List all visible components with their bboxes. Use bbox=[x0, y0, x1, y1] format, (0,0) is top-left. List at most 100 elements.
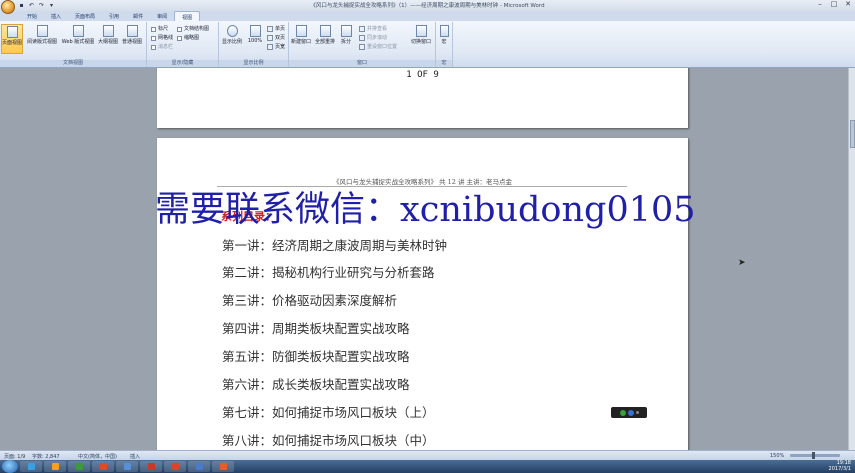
tab-view[interactable]: 视图 bbox=[174, 11, 201, 21]
sync-scroll-button[interactable]: 同步滚动 bbox=[359, 34, 387, 42]
switch-windows-button[interactable]: 切换窗口 bbox=[408, 24, 434, 54]
split-button[interactable]: 拆分 bbox=[338, 24, 354, 54]
outline-icon bbox=[102, 25, 114, 37]
title-bar: ▪ ↶ ↷ ▾ 《风口与龙头捕捉实战全攻略系列》（1）——经济周期之康波周期与美… bbox=[0, 0, 855, 14]
print-layout-icon bbox=[6, 26, 18, 38]
group-show-hide: 标尺 网格线 消息栏 文档结构图 缩略图 显示/隐藏 bbox=[147, 22, 219, 67]
taskbar-app[interactable] bbox=[140, 461, 162, 472]
office-button[interactable] bbox=[1, 0, 15, 14]
taskbar-app[interactable] bbox=[116, 461, 138, 472]
message-bar-checkbox[interactable]: 消息栏 bbox=[151, 43, 173, 51]
group-window: 新建窗口 全部重排 拆分 并排查看 同步滚动 重设窗口位置 切换窗口 窗口 bbox=[289, 22, 436, 67]
zoom-slider[interactable] bbox=[790, 454, 840, 457]
zoom-100-icon bbox=[249, 25, 261, 37]
checkbox-icon bbox=[177, 26, 182, 32]
side-by-side-label: 并排查看 bbox=[367, 26, 388, 32]
status-insert-mode[interactable]: 插入 bbox=[130, 453, 140, 460]
taskbar-app[interactable] bbox=[164, 461, 186, 472]
zoom-100-button[interactable]: 100% bbox=[244, 24, 266, 54]
lecture-item: 第三讲：价格驱动因素深度解析 bbox=[222, 293, 398, 308]
app-icon bbox=[75, 463, 83, 470]
gridlines-checkbox[interactable]: 网格线 bbox=[151, 34, 173, 42]
status-words[interactable]: 字数: 2,847 bbox=[32, 453, 60, 460]
taskbar-app[interactable] bbox=[92, 461, 114, 472]
vertical-scrollbar[interactable] bbox=[848, 68, 855, 450]
close-button[interactable]: ✕ bbox=[843, 0, 853, 9]
window-controls: – □ ✕ bbox=[815, 0, 853, 9]
ruler-checkbox[interactable]: 标尺 bbox=[151, 25, 168, 33]
status-zoom-level[interactable]: 150% bbox=[770, 453, 784, 459]
ime-toolbar[interactable] bbox=[611, 407, 647, 418]
ime-menu-icon[interactable] bbox=[635, 411, 639, 414]
document-map-label: 文档结构图 bbox=[184, 26, 210, 32]
print-layout-button[interactable]: 页面视图 bbox=[1, 24, 23, 54]
app-icon bbox=[99, 463, 107, 470]
watermark-overlay: 需要联系微信：xcnibudong0105 bbox=[155, 190, 696, 230]
status-page[interactable]: 页面: 1/9 bbox=[4, 453, 25, 460]
tab-mailings[interactable]: 邮件 bbox=[126, 11, 150, 21]
taskbar: 19:18 2017/3/1 bbox=[0, 460, 855, 473]
group-label-show-hide: 显示/隐藏 bbox=[147, 60, 218, 67]
status-language[interactable]: 中文(简体，中国) bbox=[78, 453, 117, 460]
arrange-all-button[interactable]: 全部重排 bbox=[314, 24, 336, 54]
lecture-item: 第七讲：如何捕捉市场风口板块（上） bbox=[222, 405, 435, 420]
status-bar: 页面: 1/9 字数: 2,847 中文(简体，中国) 插入 150% bbox=[0, 450, 855, 460]
thumbnails-checkbox[interactable]: 缩略图 bbox=[177, 34, 199, 42]
outline-view-button[interactable]: 大纲视图 bbox=[97, 24, 119, 54]
page-width-button[interactable]: 页宽 bbox=[267, 43, 285, 51]
window-title: 《风口与龙头捕捉实战全攻略系列》（1）——经济周期之康波周期与美林时钟 - Mi… bbox=[310, 3, 545, 9]
app-icon bbox=[147, 463, 155, 470]
gridlines-label: 网格线 bbox=[158, 35, 174, 41]
taskbar-app[interactable] bbox=[68, 461, 90, 472]
group-label-macros: 宏 bbox=[436, 60, 452, 67]
system-tray-clock[interactable]: 19:18 2017/3/1 bbox=[828, 460, 851, 472]
one-page-label: 单页 bbox=[275, 26, 286, 32]
two-pages-label: 双页 bbox=[275, 35, 286, 41]
app-icon bbox=[27, 463, 35, 470]
maximize-button[interactable]: □ bbox=[829, 0, 839, 9]
ime-help-icon[interactable] bbox=[627, 409, 634, 416]
one-page-icon bbox=[267, 26, 273, 32]
two-pages-button[interactable]: 双页 bbox=[267, 34, 285, 42]
new-window-button[interactable]: 新建窗口 bbox=[290, 24, 312, 54]
reading-layout-button[interactable]: 阅读版式视图 bbox=[25, 24, 59, 54]
switch-windows-icon bbox=[415, 25, 427, 37]
print-layout-label: 页面视图 bbox=[2, 40, 23, 46]
magnifier-icon bbox=[226, 25, 238, 37]
scrollbar-thumb[interactable] bbox=[850, 120, 855, 148]
ruler-label: 标尺 bbox=[158, 26, 169, 32]
macros-button[interactable]: 宏 bbox=[436, 24, 452, 54]
taskbar-app[interactable] bbox=[20, 461, 42, 472]
tab-home[interactable]: 开始 bbox=[20, 11, 44, 21]
new-window-icon bbox=[295, 25, 307, 37]
page-width-label: 页宽 bbox=[275, 44, 286, 50]
start-button[interactable] bbox=[2, 460, 18, 473]
web-layout-button[interactable]: Web 版式视图 bbox=[60, 24, 96, 54]
taskbar-app[interactable] bbox=[188, 461, 210, 472]
tab-page-layout[interactable]: 页面布局 bbox=[68, 11, 102, 21]
zoom-button[interactable]: 显示比例 bbox=[221, 24, 243, 54]
new-window-label: 新建窗口 bbox=[290, 39, 311, 45]
draft-view-button[interactable]: 普通视图 bbox=[121, 24, 143, 54]
page-width-icon bbox=[267, 44, 273, 50]
reset-window-position-button[interactable]: 重设窗口位置 bbox=[359, 43, 397, 51]
tab-references[interactable]: 引用 bbox=[102, 11, 126, 21]
minimize-button[interactable]: – bbox=[815, 0, 825, 9]
tab-insert[interactable]: 插入 bbox=[44, 11, 68, 21]
zoom-label: 显示比例 bbox=[221, 39, 242, 45]
document-map-checkbox[interactable]: 文档结构图 bbox=[177, 25, 209, 33]
zoom-slider-knob[interactable] bbox=[812, 452, 815, 459]
taskbar-app[interactable] bbox=[212, 461, 234, 472]
one-page-button[interactable]: 单页 bbox=[267, 25, 285, 33]
group-label-window: 窗口 bbox=[289, 60, 435, 67]
clock-date: 2017/3/1 bbox=[828, 465, 851, 472]
view-side-by-side-button[interactable]: 并排查看 bbox=[359, 25, 387, 33]
lecture-item: 第八讲：如何捕捉市场风口板块（中） bbox=[222, 433, 435, 448]
thumbnails-label: 缩略图 bbox=[184, 35, 200, 41]
split-label: 拆分 bbox=[340, 39, 351, 45]
ime-chat-icon[interactable] bbox=[619, 409, 626, 416]
taskbar-app[interactable] bbox=[44, 461, 66, 472]
tab-review[interactable]: 审阅 bbox=[150, 11, 174, 21]
arrange-all-label: 全部重排 bbox=[314, 39, 335, 45]
lecture-item: 第一讲：经济周期之康波周期与美林时钟 bbox=[222, 238, 448, 253]
